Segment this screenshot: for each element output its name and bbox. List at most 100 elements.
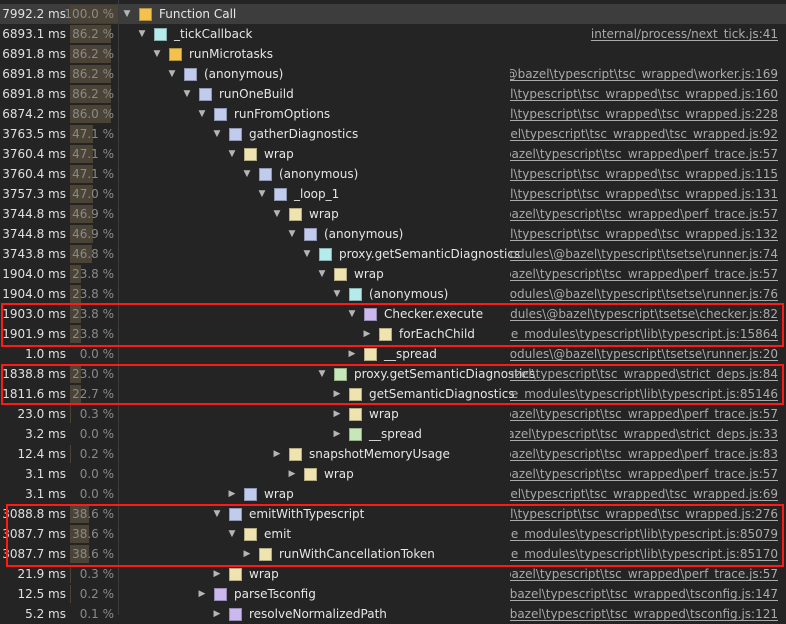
collapse-arrow-icon[interactable]: ▼: [272, 204, 282, 224]
function-green-icon: [334, 368, 347, 381]
source-link[interactable]: bazel\typescript\tsc_wrapped\tsc_wrapped…: [510, 164, 778, 184]
function-yellow-icon: [289, 448, 302, 461]
function-name: __spread: [369, 424, 422, 444]
function-blue-icon: [304, 228, 317, 241]
source-link-text: internal/process/next_tick.js:41: [591, 27, 778, 41]
collapse-arrow-icon[interactable]: ▼: [182, 84, 192, 104]
percent-cell: 86.0 %: [70, 104, 118, 124]
expand-arrow-icon[interactable]: ▶: [197, 584, 207, 604]
function-yellow-icon: [304, 468, 317, 481]
source-link[interactable]: \node_modules\typescript\lib\typescript.…: [510, 384, 778, 404]
function-name-cell: ▶wrap: [227, 484, 294, 504]
function-name: wrap: [369, 404, 399, 424]
function-blue-icon: [214, 108, 227, 121]
collapse-arrow-icon[interactable]: ▼: [242, 164, 252, 184]
collapse-arrow-icon[interactable]: ▼: [287, 224, 297, 244]
source-link[interactable]: \node_modules\typescript\lib\typescript.…: [510, 544, 778, 564]
function-teal-icon: [319, 248, 332, 261]
source-link-text: \node_modules\typescript\lib\typescript.…: [510, 327, 778, 341]
percent-value: 100.0 %: [64, 4, 114, 24]
expand-arrow-icon[interactable]: ▶: [332, 384, 342, 404]
function-name: wrap: [324, 464, 354, 484]
function-name-cell: ▼Checker.execute: [347, 304, 483, 324]
function-blue-icon: [274, 188, 287, 201]
percent-cell: 47.1 %: [70, 164, 118, 184]
collapse-arrow-icon[interactable]: ▼: [332, 284, 342, 304]
percent-value: 0.2 %: [80, 584, 114, 604]
function-name: (anonymous): [369, 284, 448, 304]
percent-value: 47.1 %: [72, 124, 114, 144]
expand-arrow-icon[interactable]: ▶: [212, 604, 222, 624]
source-link[interactable]: les\@bazel\typescript\tsc_wrapped\worker…: [510, 64, 778, 84]
collapse-arrow-icon[interactable]: ▼: [317, 364, 327, 384]
source-link[interactable]: e_modules\@bazel\typescript\tsetse\runne…: [510, 244, 778, 264]
source-link-text: \node_modules\typescript\lib\typescript.…: [510, 387, 778, 401]
source-link[interactable]: bazel\typescript\tsc_wrapped\tsc_wrapped…: [510, 224, 778, 244]
function-name: proxy.getSemanticDiagnostics: [354, 364, 535, 384]
source-link[interactable]: s\@bazel\typescript\tsc_wrapped\perf_tra…: [510, 464, 778, 484]
collapse-arrow-icon[interactable]: ▼: [347, 304, 357, 324]
source-link[interactable]: rs\@bazel\typescript\tsc_wrapped\tsconfi…: [510, 584, 778, 604]
source-link[interactable]: bazel\typescript\tsc_wrapped\tsc_wrapped…: [510, 484, 778, 504]
function-teal-icon: [154, 28, 167, 41]
expand-arrow-icon[interactable]: ▶: [227, 484, 237, 504]
source-link[interactable]: bazel\typescript\tsc_wrapped\tsc_wrapped…: [510, 184, 778, 204]
expand-arrow-icon[interactable]: ▶: [347, 344, 357, 364]
collapse-arrow-icon[interactable]: ▼: [137, 24, 147, 44]
expand-arrow-icon[interactable]: ▶: [287, 464, 297, 484]
source-link[interactable]: bazel\typescript\tsc_wrapped\tsc_wrapped…: [510, 84, 778, 104]
source-link[interactable]: s\@bazel\typescript\tsc_wrapped\perf_tra…: [510, 264, 778, 284]
source-link[interactable]: e_modules\@bazel\typescript\tsetse\runne…: [510, 284, 778, 304]
source-link[interactable]: s\@bazel\typescript\tsc_wrapped\perf_tra…: [510, 404, 778, 424]
expand-arrow-icon[interactable]: ▶: [332, 424, 342, 444]
source-link-text: les\@bazel\typescript\tsc_wrapped\worker…: [510, 67, 778, 81]
source-link[interactable]: _modules\@bazel\typescript\tsetse\checke…: [510, 304, 778, 324]
function-purple-icon: [214, 588, 227, 601]
source-link[interactable]: bazel\typescript\tsc_wrapped\tsc_wrapped…: [510, 504, 778, 524]
source-link[interactable]: @bazel\typescript\tsc_wrapped\tsc_wrappe…: [510, 124, 778, 144]
percent-cell: 23.8 %: [70, 284, 118, 304]
collapse-arrow-icon[interactable]: ▼: [302, 244, 312, 264]
percent-cell: 0.1 %: [70, 604, 118, 624]
collapse-arrow-icon[interactable]: ▼: [257, 184, 267, 204]
collapse-arrow-icon[interactable]: ▼: [212, 124, 222, 144]
collapse-arrow-icon[interactable]: ▼: [317, 264, 327, 284]
collapse-arrow-icon[interactable]: ▼: [212, 504, 222, 524]
collapse-arrow-icon[interactable]: ▼: [122, 4, 132, 24]
self-time-value: 3757.3 ms: [0, 184, 66, 204]
function-blue-icon: [229, 508, 242, 521]
percent-value: 23.8 %: [72, 284, 114, 304]
source-link[interactable]: \@bazel\typescript\tsc_wrapped\strict_de…: [510, 364, 778, 384]
source-link[interactable]: \node_modules\typescript\lib\typescript.…: [510, 524, 778, 544]
source-link[interactable]: s\@bazel\typescript\tsc_wrapped\perf_tra…: [510, 444, 778, 464]
expand-arrow-icon[interactable]: ▶: [212, 564, 222, 584]
source-link-text: \node_modules\typescript\lib\typescript.…: [510, 547, 778, 561]
collapse-arrow-icon[interactable]: ▼: [197, 104, 207, 124]
percent-cell: 86.2 %: [70, 44, 118, 64]
source-link[interactable]: internal/process/next_tick.js:41: [510, 24, 778, 44]
source-link[interactable]: \@bazel\typescript\tsc_wrapped\strict_de…: [510, 424, 778, 444]
source-link[interactable]: s\@bazel\typescript\tsc_wrapped\perf_tra…: [510, 204, 778, 224]
function-name: runMicrotasks: [189, 44, 273, 64]
function-name-cell: ▶__spread: [347, 344, 437, 364]
source-link[interactable]: e_modules\@bazel\typescript\tsetse\runne…: [510, 344, 778, 364]
expand-arrow-icon[interactable]: ▶: [242, 544, 252, 564]
expand-arrow-icon[interactable]: ▶: [332, 404, 342, 424]
collapse-arrow-icon[interactable]: ▼: [227, 144, 237, 164]
collapse-arrow-icon[interactable]: ▼: [167, 64, 177, 84]
source-link[interactable]: es\@bazel\typescript\tsc_wrapped\tsconfi…: [510, 604, 778, 624]
source-link[interactable]: \node_modules\typescript\lib\typescript.…: [510, 324, 778, 344]
source-link[interactable]: s\@bazel\typescript\tsc_wrapped\perf_tra…: [510, 144, 778, 164]
function-name-cell: ▼wrap: [317, 264, 384, 284]
function-name: resolveNormalizedPath: [249, 604, 387, 624]
collapse-arrow-icon[interactable]: ▼: [227, 524, 237, 544]
source-link[interactable]: s\@bazel\typescript\tsc_wrapped\perf_tra…: [510, 564, 778, 584]
function-name-cell: ▼(anonymous): [167, 64, 283, 84]
source-link-text: e_modules\@bazel\typescript\tsetse\runne…: [510, 347, 778, 361]
expand-arrow-icon[interactable]: ▶: [272, 444, 282, 464]
source-link[interactable]: bazel\typescript\tsc_wrapped\tsc_wrapped…: [510, 104, 778, 124]
collapse-arrow-icon[interactable]: ▼: [152, 44, 162, 64]
expand-arrow-icon[interactable]: ▶: [362, 324, 372, 344]
percent-value: 0.3 %: [80, 564, 114, 584]
source-link-text: @bazel\typescript\tsc_wrapped\tsc_wrappe…: [510, 127, 778, 141]
